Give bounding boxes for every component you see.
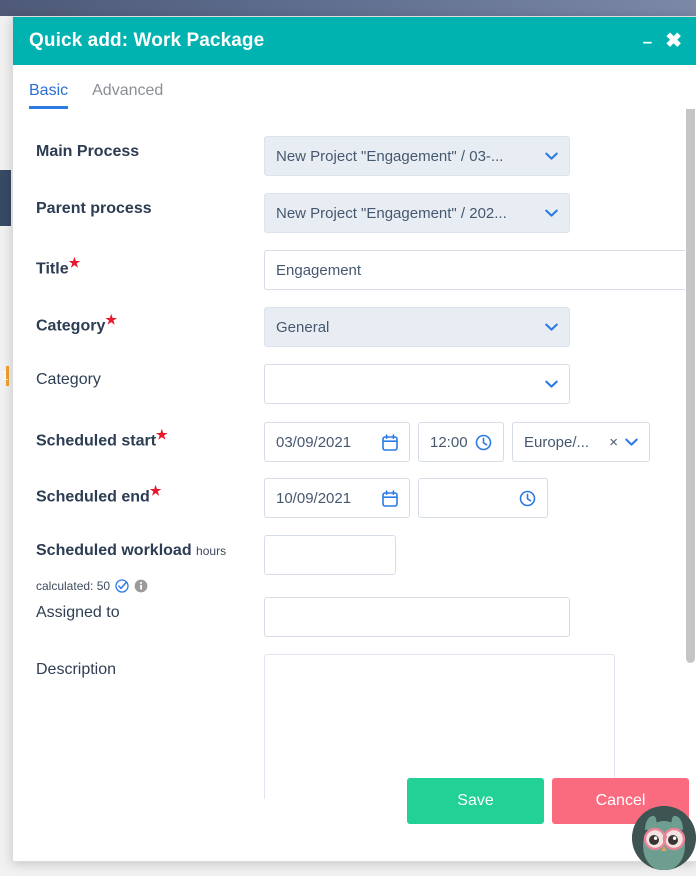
scheduled-start-timezone-select[interactable]: Europe/... × (512, 422, 650, 462)
chevron-down-icon (545, 323, 558, 332)
clock-icon[interactable] (519, 490, 536, 507)
left-sidebar-sliver[interactable]: 1 (0, 170, 11, 226)
sidebar-badge-count: 1 (1, 366, 11, 386)
label-scheduled-start-text: Scheduled start (36, 432, 156, 449)
form-scrollbar[interactable] (685, 109, 696, 801)
label-main-process-text: Main Process (36, 143, 139, 160)
close-icon[interactable]: ✖ (665, 31, 682, 51)
scheduled-end-time-input[interactable] (418, 478, 548, 518)
assigned-to-input[interactable] (264, 597, 570, 637)
label-description: Description (36, 654, 264, 679)
category-primary-select[interactable]: General (264, 307, 570, 347)
dialog-titlebar: Quick add: Work Package – ✖ (13, 17, 696, 65)
clear-timezone-icon[interactable]: × (609, 435, 618, 450)
label-title: Title★ (36, 250, 264, 279)
label-parent-process-text: Parent process (36, 200, 152, 217)
chevron-down-icon (545, 152, 558, 161)
label-assigned-to: Assigned to (36, 597, 264, 622)
workload-unit-label: hours (196, 544, 226, 558)
label-title-text: Title (36, 260, 69, 277)
save-button[interactable]: Save (407, 778, 544, 824)
scheduled-start-date-value: 03/09/2021 (276, 434, 351, 451)
title-input[interactable]: Engagement (264, 250, 694, 290)
check-circle-icon[interactable] (115, 579, 129, 593)
label-category-primary-text: Category (36, 317, 105, 334)
owl-icon (632, 806, 696, 870)
scheduled-start-time-value: 12:00 (430, 434, 468, 451)
label-category-primary: Category★ (36, 307, 264, 336)
calendar-icon[interactable] (382, 434, 398, 451)
calendar-icon[interactable] (382, 490, 398, 507)
main-process-select[interactable]: New Project "Engagement" / 03-... (264, 136, 570, 176)
title-value: Engagement (276, 262, 361, 279)
scheduled-end-date-input[interactable]: 10/09/2021 (264, 478, 410, 518)
workload-calculated-note: calculated: 50 (36, 579, 148, 593)
field-row-category-primary: Category★ General (13, 307, 696, 347)
form-scroll-region: Main Process New Project "Engagement" / … (13, 109, 696, 801)
application-top-bar (0, 0, 696, 16)
field-row-scheduled-workload: Scheduled workload hours calculated: 50 (13, 535, 696, 575)
scheduled-workload-input[interactable] (264, 535, 396, 575)
parent-process-value: New Project "Engagement" / 202... (276, 205, 537, 222)
label-scheduled-start: Scheduled start★ (36, 422, 264, 451)
category-secondary-select[interactable] (264, 364, 570, 404)
form-scrollbar-thumb[interactable] (686, 109, 695, 663)
label-category-secondary: Category (36, 364, 264, 389)
field-row-assigned-to: Assigned to (13, 597, 696, 637)
dialog-tablist: Basic Advanced (13, 65, 696, 109)
field-row-title: Title★ Engagement (13, 250, 696, 290)
label-description-text: Description (36, 661, 116, 678)
minimize-icon[interactable]: – (643, 33, 652, 50)
required-asterisk-icon: ★ (150, 483, 162, 498)
scheduled-end-date-value: 10/09/2021 (276, 490, 351, 507)
tab-advanced[interactable]: Advanced (92, 82, 176, 109)
field-row-parent-process: Parent process New Project "Engagement" … (13, 193, 696, 233)
chevron-down-icon (545, 380, 558, 389)
quick-add-work-package-dialog: Quick add: Work Package – ✖ Basic Advanc… (12, 16, 696, 862)
field-row-scheduled-end: Scheduled end★ 10/09/2021 (13, 478, 696, 518)
chevron-down-icon (625, 438, 638, 447)
required-asterisk-icon: ★ (105, 312, 117, 327)
main-process-value: New Project "Engagement" / 03-... (276, 148, 537, 165)
scheduled-start-date-input[interactable]: 03/09/2021 (264, 422, 410, 462)
label-scheduled-workload-text: Scheduled workload (36, 542, 192, 559)
tab-basic[interactable]: Basic (29, 82, 81, 109)
label-main-process: Main Process (36, 136, 264, 161)
field-row-category-secondary: Category (13, 364, 696, 404)
chevron-down-icon (545, 209, 558, 218)
owl-assistant-avatar[interactable] (632, 806, 696, 870)
required-asterisk-icon: ★ (69, 255, 81, 270)
label-assigned-to-text: Assigned to (36, 604, 120, 621)
info-icon[interactable] (134, 579, 148, 593)
dialog-footer: Save Cancel (13, 799, 696, 861)
parent-process-select[interactable]: New Project "Engagement" / 202... (264, 193, 570, 233)
label-category-secondary-text: Category (36, 371, 101, 388)
field-row-scheduled-start: Scheduled start★ 03/09/2021 12:00 (13, 422, 696, 462)
workload-calculated-text: calculated: 50 (36, 579, 110, 593)
clock-icon[interactable] (475, 434, 492, 451)
dialog-title: Quick add: Work Package (29, 30, 643, 52)
required-asterisk-icon: ★ (156, 427, 168, 442)
category-primary-value: General (276, 319, 537, 336)
label-scheduled-end: Scheduled end★ (36, 478, 264, 507)
label-scheduled-workload: Scheduled workload hours (36, 535, 264, 560)
scheduled-start-timezone-value: Europe/... (524, 434, 607, 451)
label-parent-process: Parent process (36, 193, 264, 218)
scheduled-start-time-input[interactable]: 12:00 (418, 422, 504, 462)
label-scheduled-end-text: Scheduled end (36, 488, 150, 505)
field-row-main-process: Main Process New Project "Engagement" / … (13, 136, 696, 176)
